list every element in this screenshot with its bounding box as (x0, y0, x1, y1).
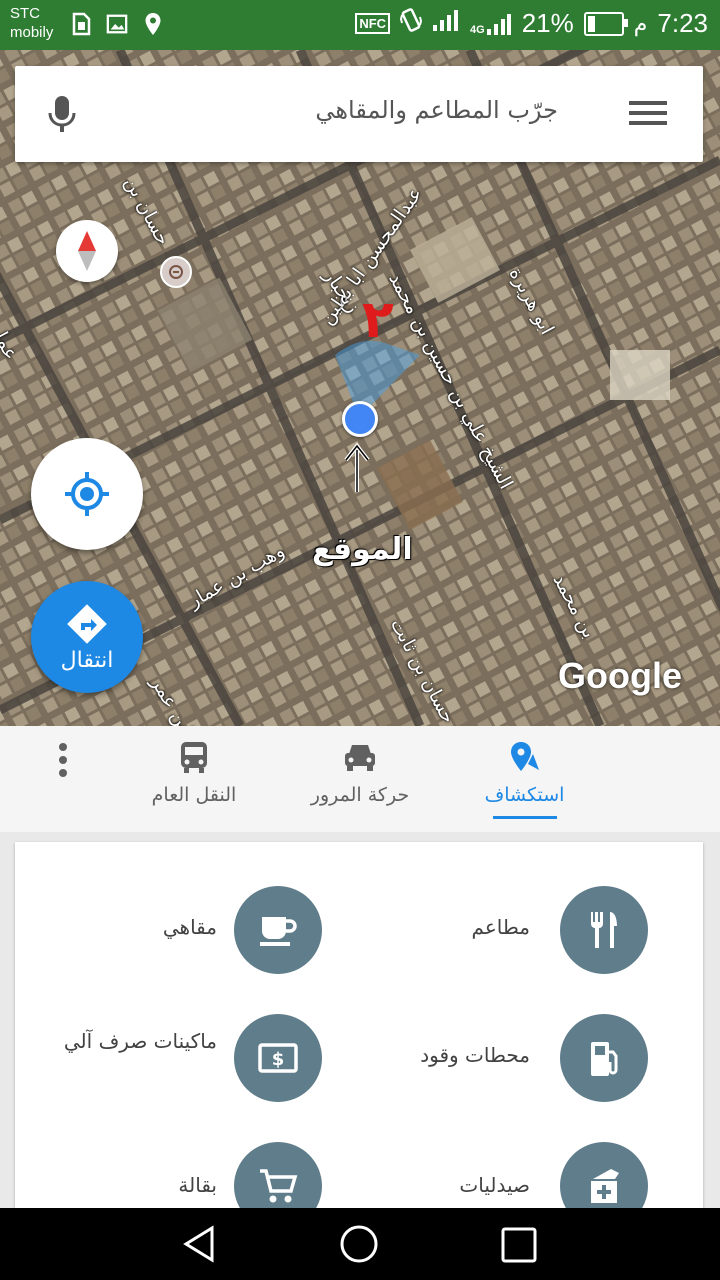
google-logo: Google (558, 655, 682, 696)
system-navigation-bar (0, 1208, 720, 1280)
location-pin-icon (142, 12, 164, 36)
clock: 7:23 (657, 8, 708, 38)
category-atms[interactable]: $ ماكينات صرف آلي (30, 1014, 360, 1104)
restaurant-icon (560, 886, 648, 974)
battery-icon (583, 11, 628, 36)
category-label: مقاهي (162, 915, 217, 939)
bottom-tabs: النقل العام حركة المرور استكشاف (0, 726, 720, 832)
my-location-button[interactable] (31, 438, 143, 550)
explore-categories-card: مطاعم مقاهي محطات وقود $ ماكينات صرف آلي… (15, 842, 703, 1230)
home-icon[interactable] (339, 1224, 379, 1268)
active-tab-indicator (492, 816, 557, 819)
tab-label: استكشاف (484, 784, 565, 806)
sim-card-icon (70, 12, 92, 36)
bus-icon (181, 742, 207, 773)
compass-icon (78, 231, 96, 271)
category-label: مطاعم (471, 915, 530, 939)
directions-icon (67, 603, 107, 644)
category-label: بقالة (178, 1173, 217, 1197)
network-4g-signal-icon: 4G (470, 12, 512, 36)
more-options-icon[interactable] (52, 742, 74, 782)
am-pm-indicator: م (633, 10, 648, 36)
carrier-name: STC mobily (10, 5, 54, 41)
microphone-icon[interactable] (47, 94, 77, 138)
category-label: صيدليات (459, 1173, 530, 1197)
compass-button[interactable] (56, 220, 118, 282)
tab-label: النقل العام (151, 784, 237, 806)
nfc-icon: NFC (355, 13, 391, 34)
battery-percent: 21% (521, 8, 574, 38)
annotation-number: ٢ (362, 290, 394, 350)
tab-transit[interactable]: النقل العام (144, 740, 244, 806)
car-icon (345, 745, 375, 771)
signal-icon (432, 8, 460, 39)
category-restaurants[interactable]: مطاعم (355, 886, 685, 976)
place-marker-icon[interactable] (160, 256, 192, 288)
back-icon[interactable] (180, 1224, 220, 1268)
search-bar[interactable]: جرّب المطاعم والمقاهي (15, 66, 703, 162)
explore-pin-icon (510, 742, 539, 771)
category-cafes[interactable]: مقاهي (30, 886, 360, 976)
go-button-label: انتقال (60, 647, 114, 673)
vibrate-icon (400, 7, 423, 40)
category-gas-stations[interactable]: محطات وقود (355, 1014, 685, 1104)
tab-label: حركة المرور (310, 784, 410, 806)
svg-text:$: $ (272, 1049, 285, 1070)
current-location-dot (342, 401, 378, 437)
status-bar: STC mobily NFC 4G 21% م 7:23 (0, 0, 720, 50)
hamburger-menu-icon[interactable] (629, 99, 667, 131)
gas-station-icon (560, 1014, 648, 1102)
tab-traffic[interactable]: حركة المرور (300, 740, 420, 806)
category-label: ماكينات صرف آلي (63, 1029, 217, 1053)
annotation-location-label: الموقع (312, 532, 413, 567)
search-input[interactable]: جرّب المطاعم والمقاهي (315, 96, 558, 124)
annotation-arrow (344, 442, 370, 492)
recent-apps-icon[interactable] (500, 1226, 538, 1268)
category-label: محطات وقود (420, 1043, 530, 1067)
atm-icon: $ (234, 1014, 322, 1102)
go-button[interactable]: انتقال (31, 581, 143, 693)
tab-explore[interactable]: استكشاف (472, 740, 577, 819)
coffee-icon (234, 886, 322, 974)
image-icon (106, 12, 128, 36)
crosshair-icon (65, 472, 109, 516)
